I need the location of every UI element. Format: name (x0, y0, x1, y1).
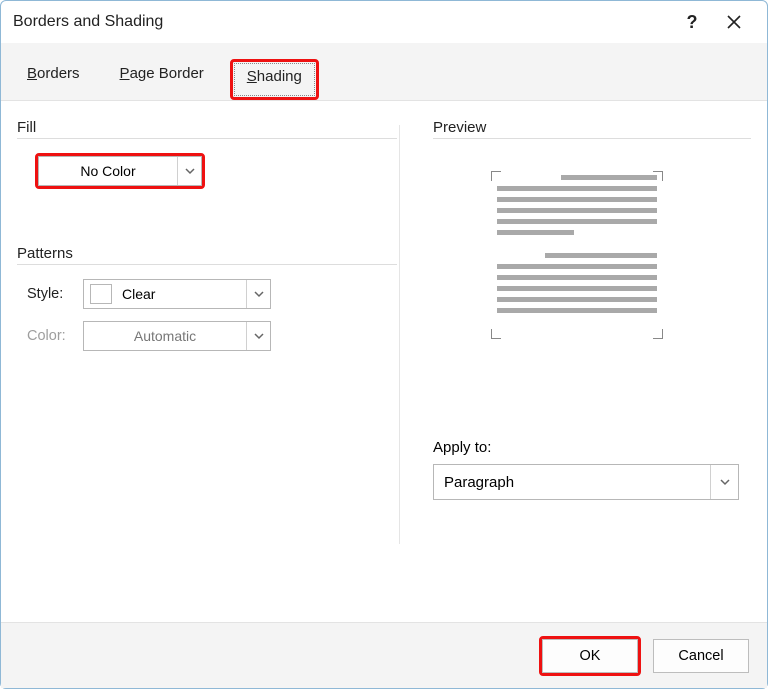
tab-bar: Borders Page Border Shading (1, 43, 767, 101)
apply-to-value: Paragraph (434, 474, 710, 491)
close-button[interactable] (713, 1, 755, 43)
apply-to-dropdown-button[interactable] (710, 465, 738, 499)
help-button[interactable]: ? (671, 1, 713, 43)
fill-color-value: No Color (39, 163, 177, 179)
tab-shading[interactable]: Shading (233, 62, 316, 97)
apply-to-combo[interactable]: Paragraph (433, 464, 739, 500)
chevron-down-icon (185, 166, 195, 176)
style-combo[interactable]: Clear (83, 279, 271, 309)
fill-color-combo[interactable]: No Color (38, 156, 202, 186)
chevron-down-icon (720, 477, 730, 487)
preview-line (497, 208, 657, 213)
dialog-title: Borders and Shading (13, 13, 671, 31)
ok-button[interactable]: OK (542, 639, 638, 673)
preview-line (497, 197, 657, 202)
preview-line (497, 186, 657, 191)
chevron-down-icon (254, 331, 264, 341)
style-label: Style: (17, 286, 83, 302)
borders-and-shading-dialog: Borders and Shading ? Borders Page Borde… (0, 0, 768, 689)
style-value: Clear (118, 286, 246, 302)
vertical-divider (399, 125, 400, 544)
preview-line (561, 175, 657, 180)
pattern-color-value: Automatic (84, 328, 246, 344)
patterns-section-label: Patterns (17, 245, 397, 265)
titlebar: Borders and Shading ? (1, 1, 767, 43)
preview-line (497, 264, 657, 269)
dialog-footer: OK Cancel (1, 622, 767, 688)
preview-line (497, 230, 574, 235)
preview-box (473, 153, 681, 353)
tab-borders[interactable]: Borders (13, 59, 94, 100)
style-swatch (90, 284, 112, 304)
preview-line (497, 219, 657, 224)
pattern-color-combo: Automatic (83, 321, 271, 351)
preview-corner-tl (491, 171, 505, 185)
preview-corner-tr (649, 171, 663, 185)
preview-section-label: Preview (433, 119, 751, 139)
preview-line (497, 275, 657, 280)
style-dropdown-button[interactable] (246, 280, 270, 308)
apply-to-label: Apply to: (433, 439, 751, 456)
tab-content-shading: Fill No Color Patterns Style: Clear (1, 101, 767, 622)
preview-line (497, 286, 657, 291)
cancel-button[interactable]: Cancel (653, 639, 749, 673)
pattern-color-label: Color: (17, 328, 83, 344)
preview-line (497, 308, 657, 313)
preview-line (545, 253, 657, 258)
tab-page-border[interactable]: Page Border (106, 59, 218, 100)
close-icon (727, 15, 741, 29)
preview-line (497, 297, 657, 302)
preview-corner-br (649, 325, 663, 339)
chevron-down-icon (254, 289, 264, 299)
pattern-color-dropdown-button (246, 322, 270, 350)
fill-section-label: Fill (17, 119, 397, 139)
preview-corner-bl (491, 325, 505, 339)
fill-color-dropdown-button[interactable] (177, 157, 201, 185)
